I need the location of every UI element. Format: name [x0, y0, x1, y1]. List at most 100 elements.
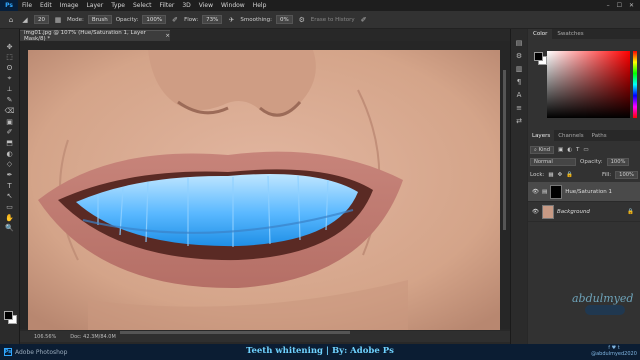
footer-title: Teeth whitening | By: Adobe Ps	[246, 346, 394, 356]
layer-row-hue-saturation[interactable]: 👁 ▤ Hue/Saturation 1	[528, 182, 640, 202]
menu-bar: Ps File Edit Image Layer Type Select Fil…	[0, 0, 640, 11]
filter-pixel-icon[interactable]: ▣	[558, 147, 563, 153]
document-tab-close-icon[interactable]: ×	[165, 33, 170, 39]
color-picker-field[interactable]	[547, 51, 630, 118]
maximize-button[interactable]: ☐	[617, 2, 622, 9]
brush-size-picker[interactable]: 20	[34, 15, 49, 24]
menu-3d[interactable]: 3D	[178, 2, 194, 9]
pen-tool-icon[interactable]: ✒	[4, 170, 16, 179]
lock-label: Lock:	[530, 172, 545, 178]
tab-layers[interactable]: Layers	[528, 130, 555, 141]
layer-filter-row: ⌕ Kind ▣ ◐ T ▭	[530, 145, 638, 155]
mode-select[interactable]: Brush	[87, 15, 112, 24]
brush-settings-icon[interactable]: ▦	[53, 15, 63, 25]
menu-edit[interactable]: Edit	[36, 2, 56, 9]
menu-file[interactable]: File	[18, 2, 36, 9]
document-tab[interactable]: img01.jpg @ 107% (Hue/Saturation 1, Laye…	[20, 30, 170, 42]
fill-label: Fill:	[601, 172, 612, 178]
quick-select-tool-icon[interactable]: ⌖	[4, 74, 16, 83]
zoom-level[interactable]: 106.56%	[34, 334, 56, 340]
gradient-tool-icon[interactable]: ◐	[4, 149, 16, 158]
minimize-button[interactable]: –	[607, 2, 610, 9]
kind-label: Kind	[538, 147, 550, 153]
smoothing-settings-icon[interactable]: ⚙	[297, 15, 307, 25]
options-bar: ⌂ ◢ 20 ▦ Mode: Brush Opacity: 100% ✐ Flo…	[0, 11, 640, 29]
eraser-tool-icon[interactable]: ⬒	[4, 138, 16, 147]
clone-stamp-tool-icon[interactable]: ✐	[4, 128, 16, 137]
lock-pixels-icon[interactable]: ▦	[548, 172, 553, 178]
adjustments-panel-icon[interactable]: ▥	[516, 65, 523, 75]
foreground-color-swatch[interactable]	[4, 311, 13, 320]
smile-photo	[28, 50, 500, 330]
photoshop-logo: Ps	[0, 0, 18, 11]
crop-tool-icon[interactable]: ⟂	[4, 85, 16, 94]
shape-tool-icon[interactable]: ▭	[4, 202, 16, 211]
menu-help[interactable]: Help	[249, 2, 271, 9]
libraries-panel-icon[interactable]: ≡	[516, 104, 522, 114]
type-tool-icon[interactable]: T	[4, 181, 16, 190]
path-select-tool-icon[interactable]: ↖	[4, 192, 16, 201]
horizontal-scrollbar[interactable]	[120, 331, 350, 334]
tab-paths[interactable]: Paths	[588, 130, 611, 141]
filter-type-icon[interactable]: T	[576, 147, 579, 153]
close-window-button[interactable]: ✕	[629, 2, 634, 9]
layer-name[interactable]: Hue/Saturation 1	[565, 189, 612, 195]
properties-panel-icon[interactable]: ⚙	[516, 52, 522, 62]
mode-label: Mode:	[67, 16, 84, 23]
visibility-eye-icon[interactable]: 👁	[532, 209, 539, 215]
airbrush-icon[interactable]: ✈	[226, 15, 236, 25]
healing-tool-icon[interactable]: ⌫	[4, 106, 16, 115]
layer-mask-thumbnail[interactable]	[550, 184, 563, 199]
smoothing-input[interactable]: 0%	[276, 15, 293, 24]
eyedropper-tool-icon[interactable]: ✎	[4, 95, 16, 104]
hue-slider[interactable]	[633, 51, 637, 118]
home-icon[interactable]: ⌂	[6, 15, 16, 25]
doc-size-info[interactable]: Doc: 42.3M/84.0M	[70, 334, 116, 340]
menu-window[interactable]: Window	[217, 2, 249, 9]
tab-channels[interactable]: Channels	[554, 130, 587, 141]
pressure-size-icon[interactable]: ✐	[359, 15, 369, 25]
brush-tool-icon[interactable]: ▣	[4, 117, 16, 126]
actions-panel-icon[interactable]: ⇄	[516, 117, 522, 127]
tab-swatches[interactable]: Swatches	[552, 29, 588, 39]
paragraph-panel-icon[interactable]: ¶	[517, 78, 521, 88]
menu-filter[interactable]: Filter	[156, 2, 179, 9]
menu-layer[interactable]: Layer	[82, 2, 107, 9]
filter-shape-icon[interactable]: ▭	[583, 147, 588, 153]
marquee-tool-icon[interactable]: ⬚	[4, 53, 16, 62]
layer-name[interactable]: Background	[557, 209, 590, 215]
layer-opacity-input[interactable]: 100%	[606, 158, 630, 166]
blend-mode-select[interactable]: Normal	[530, 158, 576, 166]
move-tool-icon[interactable]: ✥	[4, 42, 16, 51]
lock-row: Lock: ▦ ✥ 🔒 Fill: 100%	[530, 170, 638, 180]
panel-foreground-swatch[interactable]	[534, 52, 543, 61]
document-canvas[interactable]	[28, 50, 500, 330]
zoom-tool-icon[interactable]: 🔍	[4, 224, 16, 233]
eraser-tool-preset-icon[interactable]: ◢	[20, 15, 30, 25]
lasso-tool-icon[interactable]: ʘ	[4, 63, 16, 72]
history-panel-icon[interactable]: ▤	[516, 39, 523, 49]
layer-row-background[interactable]: 👁 Background 🔒	[528, 202, 640, 222]
flow-input[interactable]: 73%	[202, 15, 223, 24]
vertical-scrollbar[interactable]	[503, 70, 506, 230]
erase-to-history-checkbox[interactable]: Erase to History	[311, 17, 355, 23]
panel-icon-strip: ▤ ⚙ ▥ ¶ A ≡ ⇄	[510, 29, 527, 344]
dodge-tool-icon[interactable]: ◇	[4, 160, 16, 169]
menu-view[interactable]: View	[195, 2, 217, 9]
menu-select[interactable]: Select	[129, 2, 156, 9]
layer-kind-filter[interactable]: ⌕ Kind	[530, 146, 554, 154]
watermark-badge	[585, 305, 625, 315]
opacity-input[interactable]: 100%	[142, 15, 167, 24]
tab-color[interactable]: Color	[528, 29, 553, 39]
lock-position-icon[interactable]: ✥	[558, 172, 563, 178]
filter-adjust-icon[interactable]: ◐	[567, 147, 572, 153]
menu-image[interactable]: Image	[56, 2, 83, 9]
character-panel-icon[interactable]: A	[517, 91, 522, 101]
pressure-opacity-icon[interactable]: ✐	[170, 15, 180, 25]
menu-type[interactable]: Type	[107, 2, 129, 9]
watermark-signature: abdulmyed	[572, 292, 634, 305]
fill-input[interactable]: 100%	[615, 171, 638, 179]
hand-tool-icon[interactable]: ✋	[4, 213, 16, 222]
visibility-eye-icon[interactable]: 👁	[532, 189, 539, 195]
lock-all-icon[interactable]: 🔒	[566, 172, 573, 178]
